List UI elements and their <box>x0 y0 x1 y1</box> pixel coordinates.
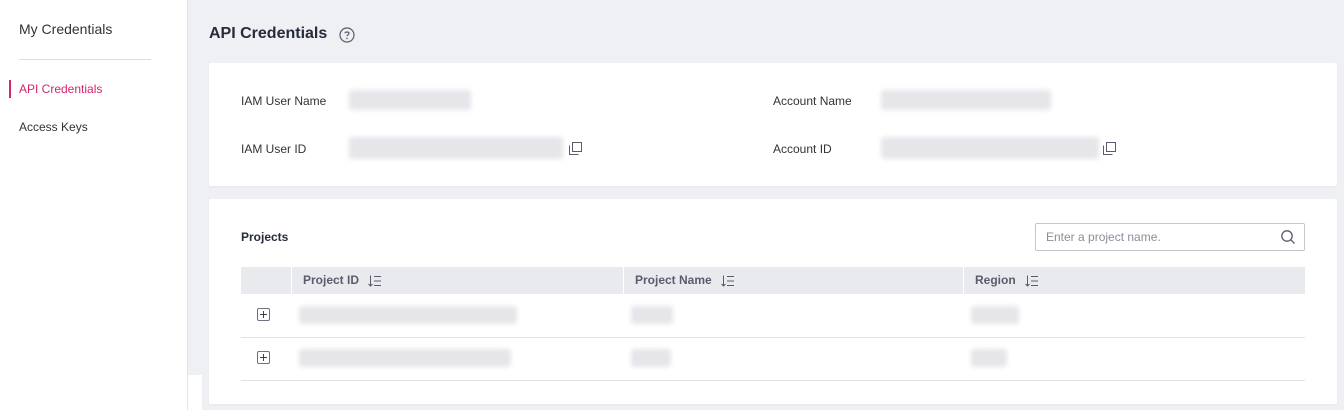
active-indicator <box>9 80 11 98</box>
sidebar-item-api-credentials[interactable]: API Credentials <box>19 82 102 96</box>
column-header-project-name[interactable]: Project Name <box>623 267 963 294</box>
expand-column-header <box>241 267 291 294</box>
sidebar-divider <box>19 59 151 60</box>
account-name-label: Account Name <box>773 94 852 108</box>
account-name-value <box>881 90 1051 110</box>
project-id-cell <box>299 349 511 367</box>
iam-user-id-value <box>349 137 563 159</box>
project-search-box <box>1035 223 1305 251</box>
project-search-input[interactable] <box>1036 224 1276 250</box>
table-row <box>241 295 1305 338</box>
table-row <box>241 338 1305 381</box>
column-header-label: Region <box>975 273 1016 287</box>
page-title: API Credentials <box>209 25 328 42</box>
sort-icon[interactable] <box>368 275 382 287</box>
iam-user-name-label: IAM User Name <box>241 94 327 108</box>
sidebar: My Credentials API Credentials Access Ke… <box>0 0 188 410</box>
column-header-region[interactable]: Region <box>963 267 1305 294</box>
project-id-cell <box>299 306 517 324</box>
iam-user-name-value <box>349 90 471 110</box>
help-circle-icon[interactable] <box>339 27 355 43</box>
sidebar-item-access-keys[interactable]: Access Keys <box>19 120 88 134</box>
projects-card: Projects Project ID Project Name Region <box>209 199 1337 404</box>
plus-square-icon[interactable] <box>257 308 270 321</box>
project-name-cell <box>631 349 671 367</box>
project-name-cell <box>631 306 673 324</box>
sidebar-fold-area <box>188 375 202 410</box>
plus-square-icon[interactable] <box>257 351 270 364</box>
column-header-label: Project ID <box>303 273 360 287</box>
column-header-project-id[interactable]: Project ID <box>291 267 623 294</box>
column-header-label: Project Name <box>635 273 712 287</box>
sort-icon[interactable] <box>1025 275 1039 287</box>
iam-user-id-label: IAM User ID <box>241 142 307 156</box>
region-cell <box>971 306 1019 324</box>
projects-label: Projects <box>241 230 289 244</box>
search-icon[interactable] <box>1280 229 1296 245</box>
account-id-label: Account ID <box>773 142 832 156</box>
copy-icon[interactable] <box>1103 142 1116 155</box>
user-info-card: IAM User Name IAM User ID Account Name A… <box>209 63 1337 186</box>
sort-icon[interactable] <box>721 275 735 287</box>
projects-table-header: Project ID Project Name Region <box>241 267 1305 294</box>
account-id-value <box>881 137 1099 159</box>
sidebar-title: My Credentials <box>19 21 113 37</box>
region-cell <box>971 349 1007 367</box>
copy-icon[interactable] <box>569 142 582 155</box>
